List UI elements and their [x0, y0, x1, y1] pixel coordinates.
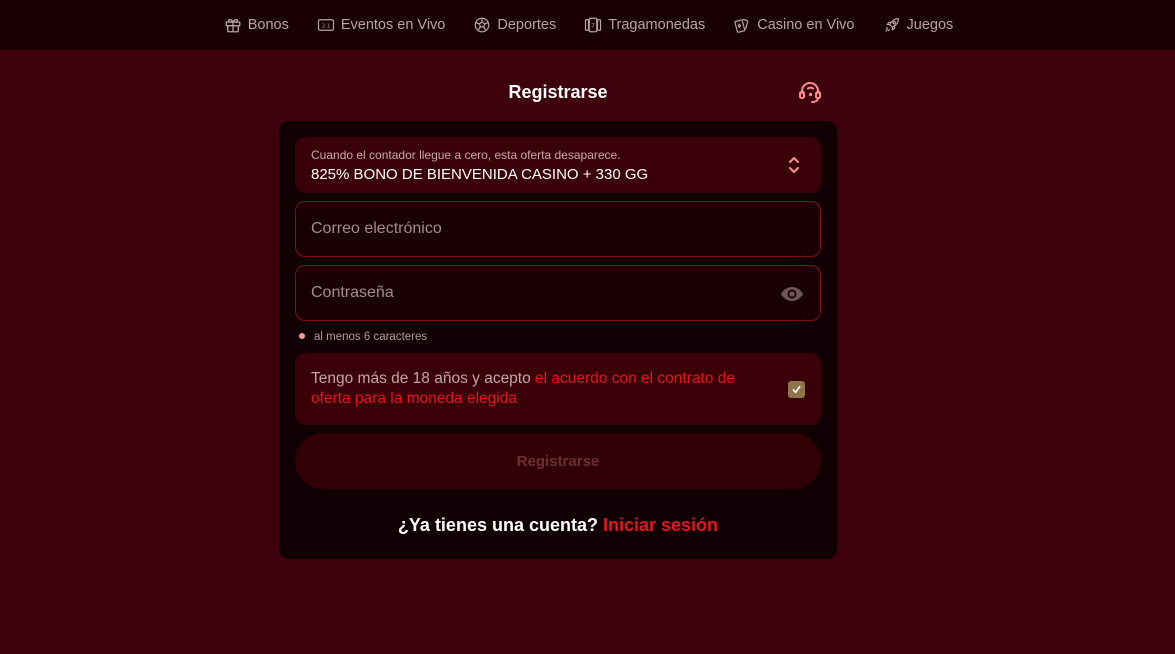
- nav-label: Deportes: [497, 17, 557, 33]
- nav-label: Bonos: [247, 17, 289, 33]
- nav-label: Casino en Vivo: [757, 17, 855, 33]
- nav-label: Juegos: [906, 17, 954, 33]
- page-title: Registrarse: [508, 82, 608, 102]
- checkmark-icon: [792, 385, 801, 394]
- login-question: ¿Ya tienes una cuenta?: [397, 515, 598, 535]
- login-link[interactable]: Iniciar sesión: [603, 515, 718, 535]
- bonus-selector[interactable]: Cuando el contador llegue a cero, esta o…: [295, 137, 821, 193]
- nav-item-casino-en-vivo[interactable]: Casino en Vivo: [733, 16, 855, 34]
- registration-card: Cuando el contador llegue a cero, esta o…: [279, 121, 837, 559]
- bonus-countdown-hint: Cuando el contador llegue a cero, esta o…: [311, 148, 621, 162]
- nav-label: Eventos en Vivo: [340, 17, 446, 33]
- password-requirement: al menos 6 caracteres: [299, 331, 427, 343]
- nav-item-juegos[interactable]: Juegos: [883, 16, 954, 34]
- login-prompt: ¿Ya tienes una cuenta? Iniciar sesión: [279, 513, 837, 537]
- slot-machine-icon: 7: [584, 16, 602, 34]
- eye-icon[interactable]: [780, 283, 804, 305]
- email-field: [295, 201, 821, 257]
- password-requirement-text: al menos 6 caracteres: [314, 331, 428, 343]
- nav-item-eventos-en-vivo[interactable]: 2:1 Eventos en Vivo: [317, 16, 446, 34]
- svg-text:7: 7: [591, 22, 595, 29]
- gift-icon: [224, 16, 242, 34]
- scoreboard-icon: 2:1: [317, 16, 335, 34]
- password-input[interactable]: [296, 266, 820, 320]
- soccer-ball-icon: [473, 16, 491, 34]
- terms-text: Tengo más de 18 años y acepto el acuerdo…: [311, 369, 761, 409]
- email-input[interactable]: [296, 202, 820, 256]
- bonus-selected-value: 825% BONO DE BIENVENIDA CASINO + 330 GG: [311, 166, 649, 183]
- terms-checkbox[interactable]: [788, 381, 805, 398]
- rocket-icon: [883, 16, 901, 34]
- terms-agreement: Tengo más de 18 años y acepto el acuerdo…: [295, 353, 821, 425]
- svg-text:2:1: 2:1: [322, 24, 330, 30]
- playing-cards-icon: [733, 16, 751, 34]
- top-navigation: Bonos 2:1 Eventos en Vivo Deportes 7 Tra…: [0, 0, 1175, 50]
- password-field: [295, 265, 821, 321]
- nav-item-tragamonedas[interactable]: 7 Tragamonedas: [584, 16, 705, 34]
- nav-item-bonos[interactable]: Bonos: [224, 16, 289, 34]
- nav-item-deportes[interactable]: Deportes: [473, 16, 556, 34]
- support-headset-icon: [797, 79, 823, 105]
- register-button[interactable]: Registrarse: [295, 433, 821, 489]
- support-button[interactable]: [797, 79, 823, 105]
- chevron-up-down-icon: [787, 155, 801, 175]
- requirement-dot: [299, 333, 305, 339]
- terms-statement: Tengo más de 18 años y acepto: [311, 370, 536, 387]
- nav-label: Tragamonedas: [608, 17, 706, 33]
